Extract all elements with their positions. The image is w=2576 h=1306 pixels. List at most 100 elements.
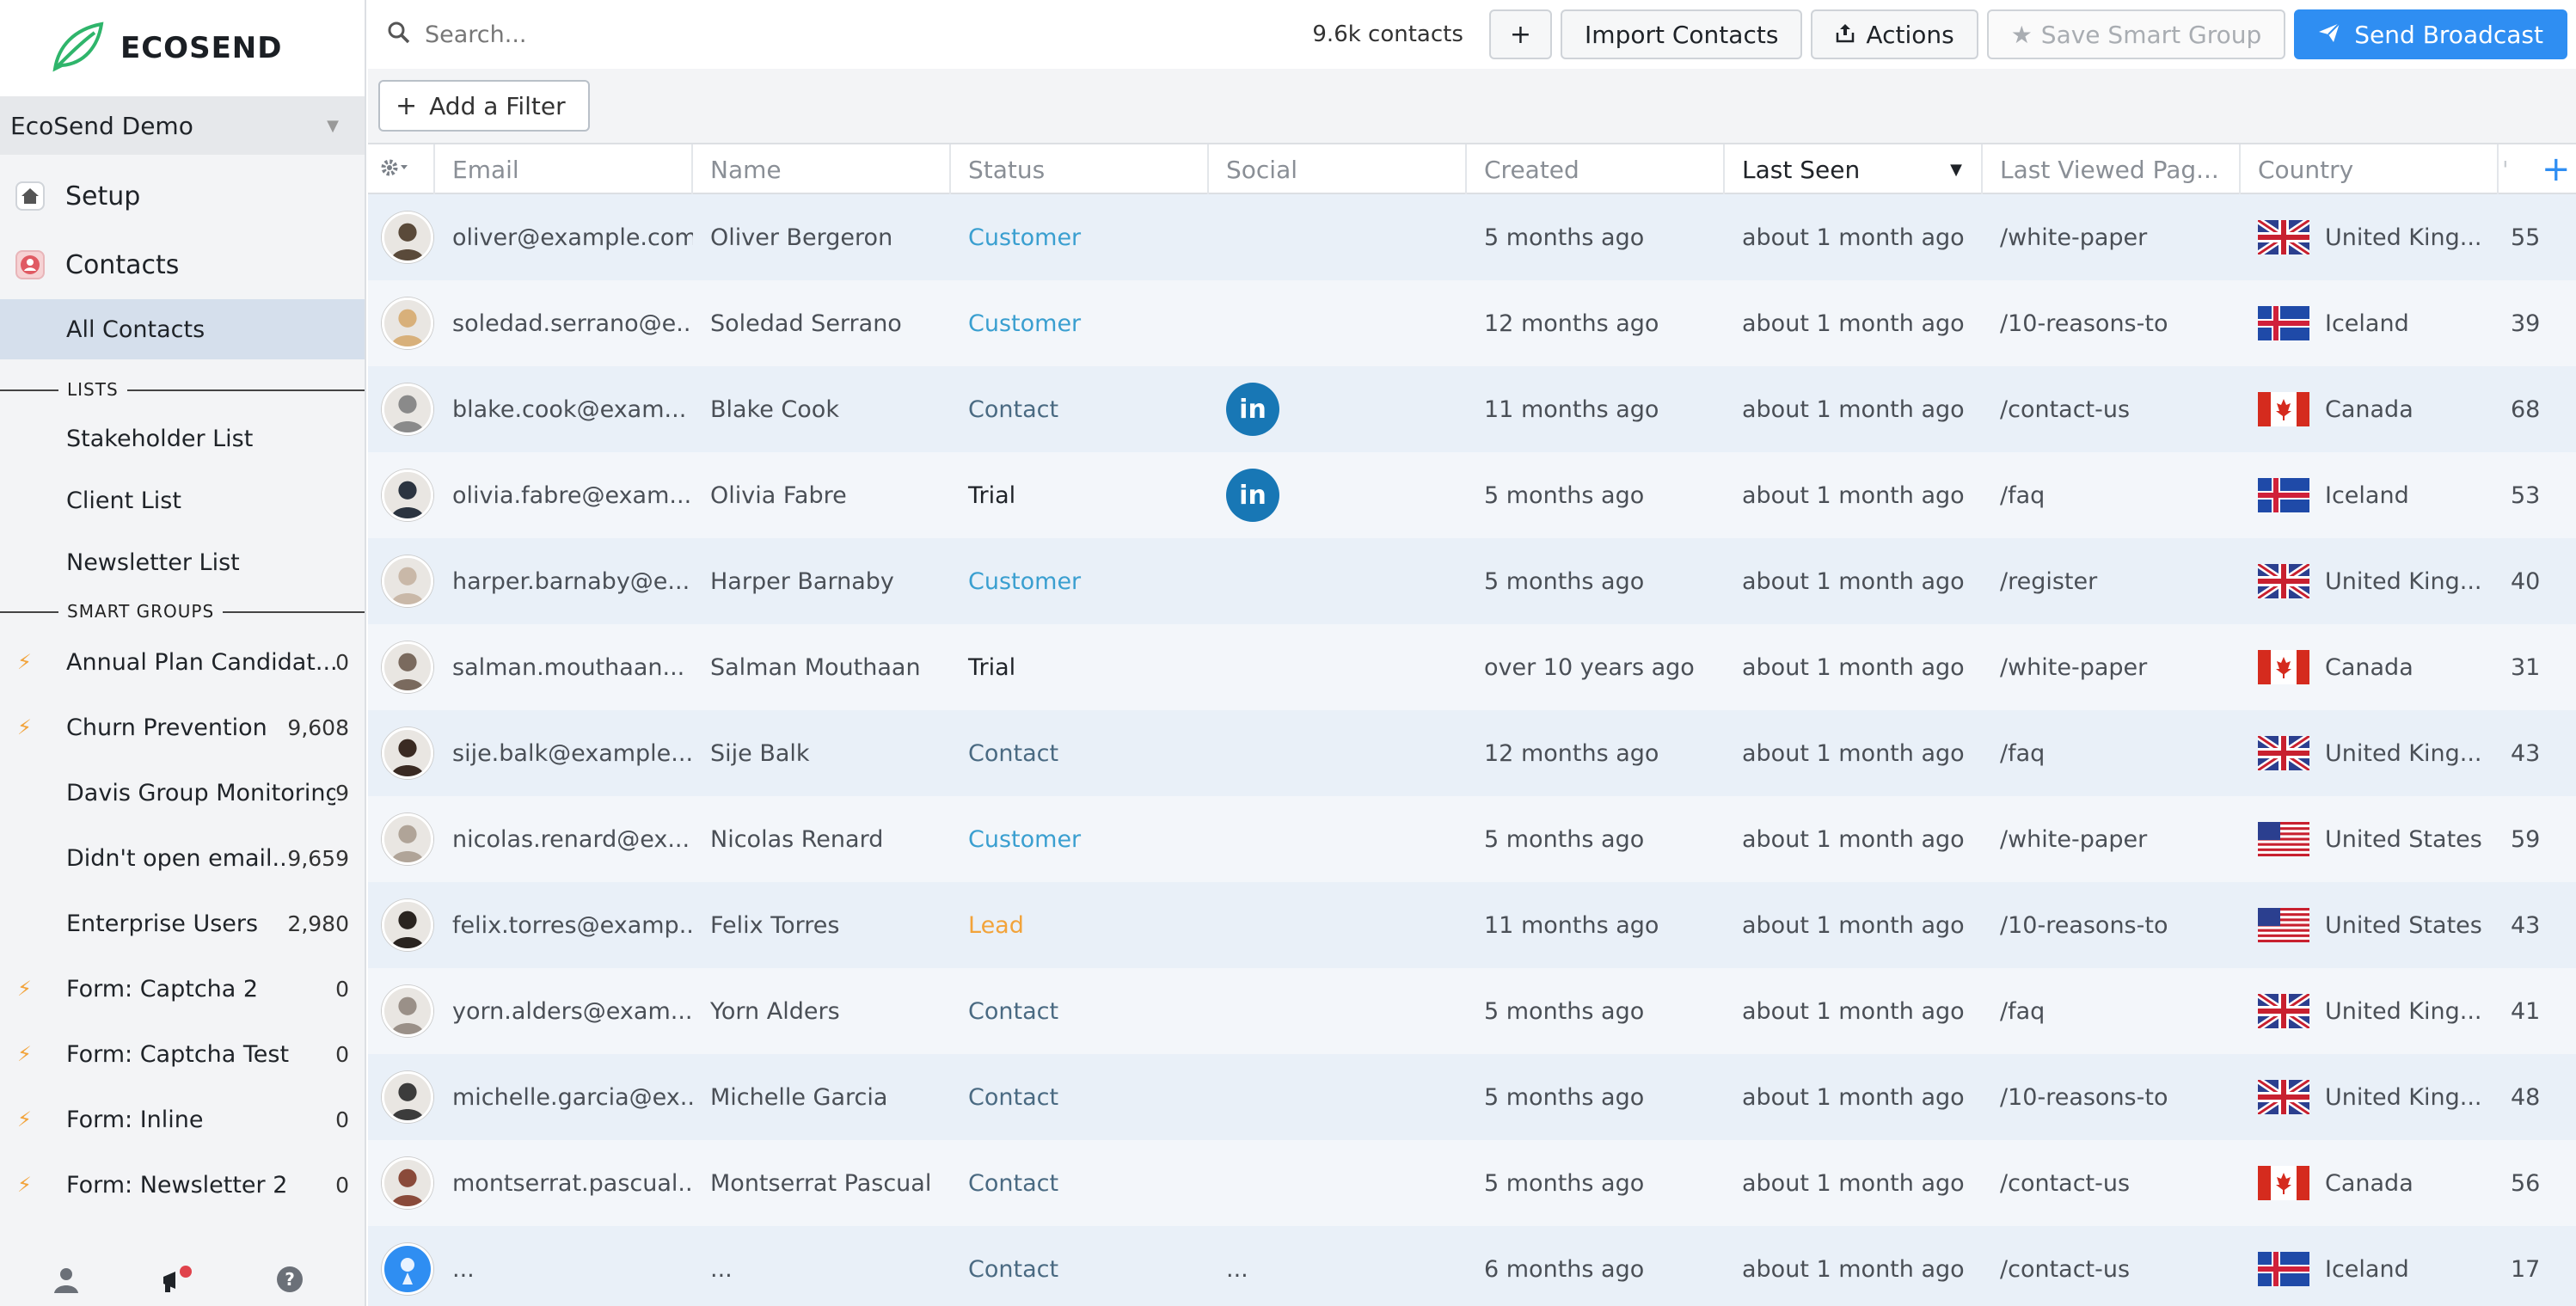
name-cell[interactable]: Yorn Alders — [693, 968, 951, 1054]
last-seen-cell: about 1 month ago — [1742, 825, 1965, 853]
column-header-email[interactable]: Email — [435, 144, 693, 194]
avatar[interactable] — [382, 212, 433, 263]
table-row[interactable]: yorn.alders@exam... Yorn Alders Contact 5 m… — [368, 968, 2576, 1054]
table-row[interactable]: olivia.fabre@exam... Olivia Fabre Trial in 5… — [368, 452, 2576, 538]
avatar[interactable] — [382, 899, 433, 951]
avatar[interactable] — [382, 1071, 433, 1123]
column-header-name[interactable]: Name — [693, 144, 951, 194]
user-icon[interactable] — [52, 1265, 81, 1297]
save-smart-group-button[interactable]: ★ Save Smart Group — [1986, 9, 2286, 59]
avatar[interactable] — [382, 641, 433, 693]
brand[interactable]: ECOSEND — [0, 0, 365, 96]
linkedin-icon[interactable]: in — [1226, 469, 1279, 522]
list-client[interactable]: Client List — [0, 469, 365, 531]
email-cell[interactable]: harper.barnaby@e... — [435, 538, 693, 624]
name-cell[interactable]: ... — [693, 1226, 951, 1306]
announcement-icon[interactable] — [160, 1265, 194, 1299]
column-header-social[interactable]: Social — [1209, 144, 1467, 194]
avatar[interactable] — [382, 985, 433, 1037]
search-input[interactable] — [425, 21, 1027, 48]
column-header-country[interactable]: Country — [2241, 144, 2499, 194]
avatar[interactable] — [382, 1157, 433, 1209]
avatar[interactable] — [382, 1243, 433, 1295]
workspace-selector[interactable]: EcoSend Demo ▼ — [0, 96, 365, 155]
name-cell[interactable]: Montserrat Pascual — [693, 1140, 951, 1226]
table-row[interactable]: salman.mouthaan... Salman Mouthaan Trial ov… — [368, 624, 2576, 710]
name-cell[interactable]: Nicolas Renard — [693, 796, 951, 882]
table-row[interactable]: soledad.serrano@e... Soledad Serrano Custo… — [368, 280, 2576, 366]
name-cell[interactable]: Soledad Serrano — [693, 280, 951, 366]
email-cell[interactable]: michelle.garcia@ex... — [435, 1054, 693, 1140]
nav-setup[interactable]: Setup — [0, 162, 365, 230]
add-button[interactable]: + — [1488, 9, 1553, 59]
actions-button[interactable]: Actions — [1811, 9, 1978, 59]
email-cell[interactable]: oliver@example.com — [435, 194, 693, 280]
workspace-name: EcoSend Demo — [10, 111, 193, 140]
email-cell[interactable]: sije.balk@example.... — [435, 710, 693, 796]
avatar[interactable] — [382, 469, 433, 521]
column-header-created[interactable]: Created — [1467, 144, 1725, 194]
smart-group-item[interactable]: ⚡ Form: Captcha 2 0 — [0, 956, 365, 1021]
smart-group-item[interactable]: ⚡ Form: Inline 0 — [0, 1087, 365, 1152]
smart-group-item[interactable]: ⚡ Churn Prevention 9,608 — [0, 695, 365, 760]
nav-all-contacts[interactable]: All Contacts — [0, 299, 365, 359]
table-row[interactable]: oliver@example.com Oliver Bergeron Custome… — [368, 194, 2576, 280]
help-icon[interactable]: ? — [275, 1265, 304, 1297]
email-cell[interactable]: nicolas.renard@ex... — [435, 796, 693, 882]
status-cell: Contact — [968, 739, 1059, 767]
smart-group-item[interactable]: Didn't open email... 9,659 — [0, 825, 365, 891]
linkedin-icon[interactable]: in — [1226, 383, 1279, 436]
avatar[interactable] — [382, 813, 433, 865]
avatar[interactable] — [382, 555, 433, 607]
last-seen-cell: about 1 month ago — [1742, 567, 1965, 595]
nav-contacts[interactable]: Contacts — [0, 230, 365, 299]
email-cell[interactable]: blake.cook@exam... — [435, 366, 693, 452]
country-cell: United King... — [2241, 710, 2499, 796]
name-cell[interactable]: Michelle Garcia — [693, 1054, 951, 1140]
smart-group-item[interactable]: ⚡ Form: Captcha Test 0 — [0, 1021, 365, 1087]
name-cell[interactable]: Sije Balk — [693, 710, 951, 796]
avatar[interactable] — [382, 383, 433, 435]
table-row[interactable]: felix.torres@examp... Felix Torres Lead 11 … — [368, 882, 2576, 968]
email-cell[interactable]: montserrat.pascual... — [435, 1140, 693, 1226]
table-row[interactable]: sije.balk@example.... Sije Balk Contact 12 … — [368, 710, 2576, 796]
smart-group-item[interactable]: Davis Group Monitoring 9 — [0, 760, 365, 825]
email-cell[interactable]: olivia.fabre@exam... — [435, 452, 693, 538]
email-cell[interactable]: salman.mouthaan... — [435, 624, 693, 710]
name-cell[interactable]: Olivia Fabre — [693, 452, 951, 538]
smart-group-item[interactable]: ⚡ Form: Newsletter 2 0 — [0, 1152, 365, 1217]
table-row[interactable]: nicolas.renard@ex... Nicolas Renard Custom… — [368, 796, 2576, 882]
email-cell[interactable]: ... — [435, 1226, 693, 1306]
list-stakeholder[interactable]: Stakeholder List — [0, 408, 365, 469]
name-cell[interactable]: Felix Torres — [693, 882, 951, 968]
table-row[interactable]: harper.barnaby@e... Harper Barnaby Custome… — [368, 538, 2576, 624]
column-settings-button[interactable] — [368, 144, 435, 194]
avatar[interactable] — [382, 297, 433, 349]
table-row[interactable]: ...... Contact... 6 months ago about 1 mont… — [368, 1226, 2576, 1306]
smart-group-name: Enterprise Users — [66, 910, 259, 937]
table-row[interactable]: michelle.garcia@ex... Michelle Garcia Cont… — [368, 1054, 2576, 1140]
email-cell[interactable]: felix.torres@examp... — [435, 882, 693, 968]
status-cell: Customer — [968, 825, 1082, 853]
table-row[interactable]: blake.cook@exam... Blake Cook Contact in 11 … — [368, 366, 2576, 452]
name-cell[interactable]: Oliver Bergeron — [693, 194, 951, 280]
smart-group-item[interactable]: ⚡ Annual Plan Candidat... 0 — [0, 629, 365, 695]
smart-group-item[interactable]: Enterprise Users 2,980 — [0, 891, 365, 956]
name-cell[interactable]: Salman Mouthaan — [693, 624, 951, 710]
email-cell[interactable]: soledad.serrano@e... — [435, 280, 693, 366]
add-column-button[interactable]: + — [2542, 144, 2576, 194]
column-header-last-seen[interactable]: Last Seen ▼ — [1725, 144, 1983, 194]
avatar[interactable] — [382, 727, 433, 779]
name-cell[interactable]: Harper Barnaby — [693, 538, 951, 624]
send-broadcast-button[interactable]: Send Broadcast — [2294, 9, 2567, 59]
column-header-status[interactable]: Status — [951, 144, 1209, 194]
import-contacts-button[interactable]: Import Contacts — [1561, 9, 1803, 59]
list-newsletter[interactable]: Newsletter List — [0, 531, 365, 593]
email-cell[interactable]: yorn.alders@exam... — [435, 968, 693, 1054]
nav-contacts-label: Contacts — [65, 249, 180, 280]
table-row[interactable]: montserrat.pascual... Montserrat Pascual C… — [368, 1140, 2576, 1226]
add-filter-button[interactable]: + Add a Filter — [378, 80, 590, 132]
country-cell: United King... — [2241, 1054, 2499, 1140]
name-cell[interactable]: Blake Cook — [693, 366, 951, 452]
column-header-last-viewed-page[interactable]: Last Viewed Pag... — [1983, 144, 2241, 194]
